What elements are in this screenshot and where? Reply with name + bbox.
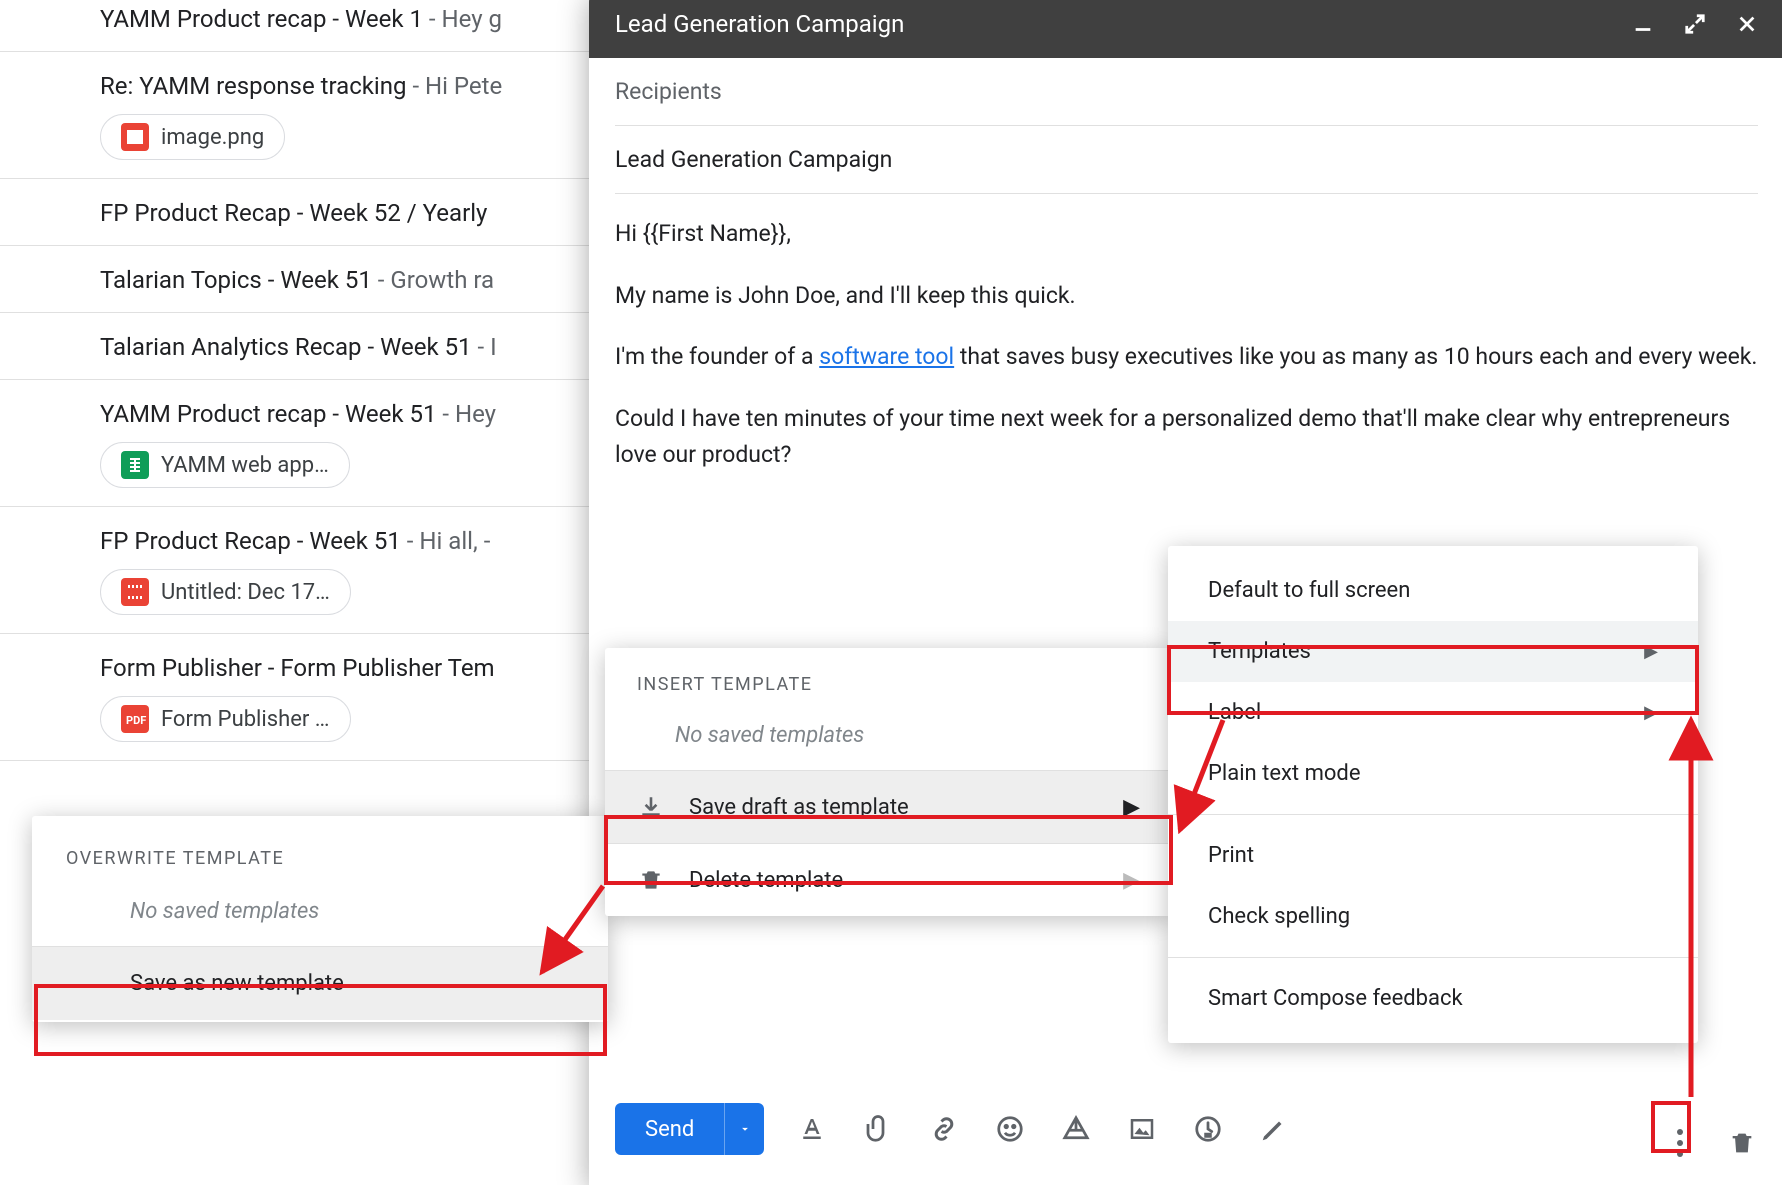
email-subject: YAMM Product recap - Week 51 — [100, 400, 436, 428]
email-row[interactable]: FP Product Recap - Week 51 - Hi all, - U… — [0, 507, 590, 634]
compose-toolbar: Send — [615, 1099, 1758, 1159]
email-row[interactable]: YAMM Product recap - Week 1 - Hey g — [0, 0, 590, 52]
send-button[interactable]: Send — [615, 1103, 764, 1155]
attachment-chip[interactable]: image.png — [100, 114, 285, 160]
email-snippet: - Hey — [436, 400, 496, 428]
expand-icon[interactable] — [1684, 13, 1706, 35]
save-draft-label: Save draft as template — [689, 795, 909, 820]
save-as-new-template-item[interactable]: Save as new template — [32, 946, 608, 1020]
templates-submenu: INSERT TEMPLATE No saved templates Save … — [605, 648, 1172, 916]
email-subject: Talarian Topics - Week 51 — [100, 266, 372, 294]
body-frag-b: that saves busy executives like you as m… — [954, 343, 1757, 370]
overwrite-template-header: OVERWRITE TEMPLATE — [32, 816, 608, 885]
chevron-right-icon: ▶ — [1123, 795, 1140, 820]
email-row[interactable]: Re: YAMM response tracking - Hi Pete ima… — [0, 52, 590, 179]
trash-icon — [637, 866, 665, 894]
subject-field[interactable]: Lead Generation Campaign — [615, 126, 1758, 194]
send-options-dropdown[interactable] — [724, 1103, 764, 1155]
send-button-label: Send — [615, 1103, 724, 1155]
close-icon[interactable] — [1736, 13, 1758, 35]
menu-item-label: Label — [1208, 700, 1261, 725]
more-options-menu: Default to full screen Templates ▶ Label ▶ Pl… — [1168, 546, 1698, 1043]
attach-icon[interactable] — [862, 1113, 894, 1145]
no-saved-templates-label: No saved templates — [605, 709, 1172, 770]
menu-item-label[interactable]: Label ▶ — [1168, 682, 1698, 743]
body-intro: My name is John Doe, and I'll keep this … — [615, 282, 1076, 309]
pen-icon[interactable] — [1258, 1113, 1290, 1145]
video-icon — [121, 578, 149, 606]
chevron-right-icon: ▶ — [1644, 702, 1658, 723]
sheets-icon — [121, 451, 149, 479]
body-ask: Could I have ten minutes of your time ne… — [615, 405, 1730, 468]
attachment-chip[interactable]: PDF Form Publisher … — [100, 696, 351, 742]
menu-item-templates[interactable]: Templates ▶ — [1168, 621, 1698, 682]
attachment-label: Form Publisher … — [161, 707, 330, 732]
minimize-icon[interactable] — [1632, 13, 1654, 35]
attachment-chip[interactable]: Untitled: Dec 17… — [100, 569, 351, 615]
format-icon[interactable] — [796, 1113, 828, 1145]
email-subject: YAMM Product recap - Week 1 — [100, 5, 423, 33]
more-options-icon[interactable] — [1664, 1127, 1696, 1159]
chevron-right-icon: ▶ — [1123, 868, 1140, 893]
email-subject: Re: YAMM response tracking — [100, 72, 406, 100]
menu-item-label: Smart Compose feedback — [1208, 986, 1463, 1011]
menu-item-default-to-full-screen[interactable]: Default to full screen — [1168, 560, 1698, 621]
menu-item-print[interactable]: Print — [1168, 825, 1698, 886]
emoji-icon[interactable] — [994, 1113, 1026, 1145]
attachment-label: YAMM web app… — [161, 453, 329, 478]
menu-item-check-spelling[interactable]: Check spelling — [1168, 886, 1698, 947]
insert-template-header: INSERT TEMPLATE — [605, 648, 1172, 709]
email-snippet: - I — [472, 333, 497, 361]
software-tool-link[interactable]: software tool — [819, 343, 954, 370]
body-frag-a: I'm the founder of a — [615, 343, 819, 370]
attachment-chip[interactable]: YAMM web app… — [100, 442, 350, 488]
attachment-label: image.png — [161, 125, 264, 150]
email-row[interactable]: YAMM Product recap - Week 51 - Hey YAMM … — [0, 380, 590, 507]
email-subject: FP Product Recap - Week 52 / Yearly — [100, 199, 487, 227]
image-icon — [121, 123, 149, 151]
email-snippet: - Hi all, - — [401, 527, 490, 555]
svg-text:PDF: PDF — [126, 714, 146, 727]
menu-item-plain-text-mode[interactable]: Plain text mode — [1168, 743, 1698, 804]
menu-item-label: Print — [1208, 843, 1254, 868]
email-row[interactable]: Talarian Topics - Week 51 - Growth ra — [0, 246, 590, 313]
delete-template-item[interactable]: Delete template ▶ — [605, 843, 1172, 916]
save-draft-as-template-item[interactable]: Save draft as template ▶ — [605, 770, 1172, 843]
trash-icon[interactable] — [1726, 1127, 1758, 1159]
compose-body-text[interactable]: Hi {{First Name}}, My name is John Doe, … — [615, 194, 1758, 472]
confidential-icon[interactable] — [1192, 1113, 1224, 1145]
link-icon[interactable] — [928, 1113, 960, 1145]
email-snippet: - Growth ra — [372, 266, 494, 294]
pdf-icon: PDF — [121, 705, 149, 733]
email-snippet: - Hey g — [423, 5, 502, 33]
compose-title: Lead Generation Campaign — [615, 10, 904, 38]
drive-icon[interactable] — [1060, 1113, 1092, 1145]
overwrite-template-submenu: OVERWRITE TEMPLATE No saved templates Sa… — [32, 816, 608, 1022]
compose-header: Lead Generation Campaign — [589, 0, 1782, 58]
body-greeting: Hi {{First Name}}, — [615, 220, 791, 247]
menu-item-label: Default to full screen — [1208, 578, 1410, 603]
menu-item-smart-compose-feedback[interactable]: Smart Compose feedback — [1168, 968, 1698, 1029]
menu-item-label: Check spelling — [1208, 904, 1350, 929]
chevron-right-icon: ▶ — [1644, 641, 1658, 662]
email-snippet: - Hi Pete — [406, 72, 502, 100]
email-row[interactable]: FP Product Recap - Week 52 / Yearly — [0, 179, 590, 246]
download-icon — [637, 793, 665, 821]
email-row[interactable]: Talarian Analytics Recap - Week 51 - I — [0, 313, 590, 380]
delete-template-label: Delete template — [689, 868, 843, 893]
email-subject: FP Product Recap - Week 51 — [100, 527, 401, 555]
attachment-label: Untitled: Dec 17… — [161, 580, 330, 605]
photo-icon[interactable] — [1126, 1113, 1158, 1145]
menu-item-label: Templates — [1208, 639, 1311, 664]
email-row[interactable]: Form Publisher - Form Publisher Tem PDF … — [0, 634, 590, 761]
email-subject: Form Publisher - Form Publisher Tem — [100, 654, 495, 682]
overwrite-no-saved-label: No saved templates — [32, 885, 608, 946]
menu-item-label: Plain text mode — [1208, 761, 1361, 786]
email-subject: Talarian Analytics Recap - Week 51 — [100, 333, 472, 361]
recipients-field[interactable]: Recipients — [615, 58, 1758, 126]
